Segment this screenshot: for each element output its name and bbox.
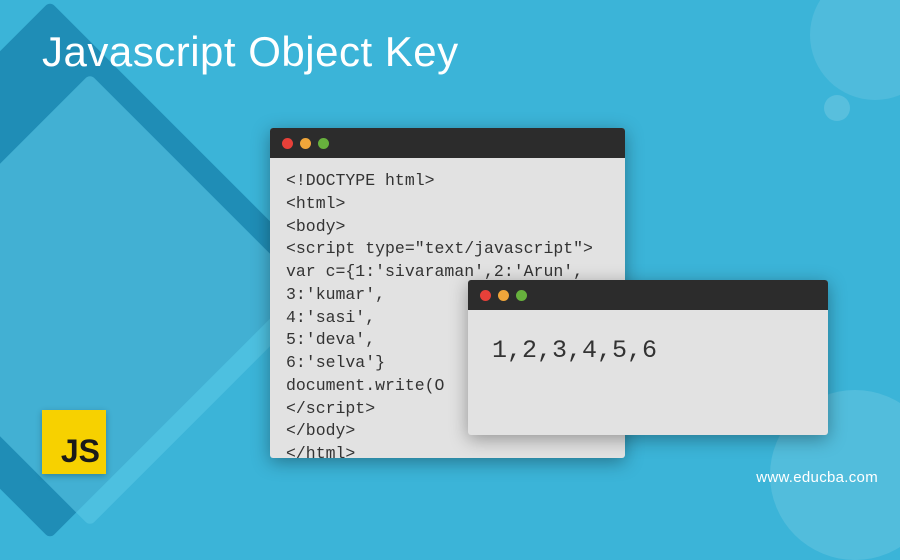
code-window-titlebar [270, 128, 625, 158]
close-icon [480, 290, 491, 301]
watermark: www.educba.com [756, 469, 878, 486]
minimize-icon [300, 138, 311, 149]
js-logo-label: JS [61, 433, 100, 470]
maximize-icon [318, 138, 329, 149]
output-window: 1,2,3,4,5,6 [468, 280, 828, 435]
bg-circle-top-right [810, 0, 900, 100]
maximize-icon [516, 290, 527, 301]
page-title: Javascript Object Key [42, 28, 459, 76]
minimize-icon [498, 290, 509, 301]
output-content: 1,2,3,4,5,6 [468, 310, 828, 391]
bg-circle-small [824, 95, 850, 121]
js-logo-icon: JS [42, 410, 106, 474]
close-icon [282, 138, 293, 149]
output-window-titlebar [468, 280, 828, 310]
